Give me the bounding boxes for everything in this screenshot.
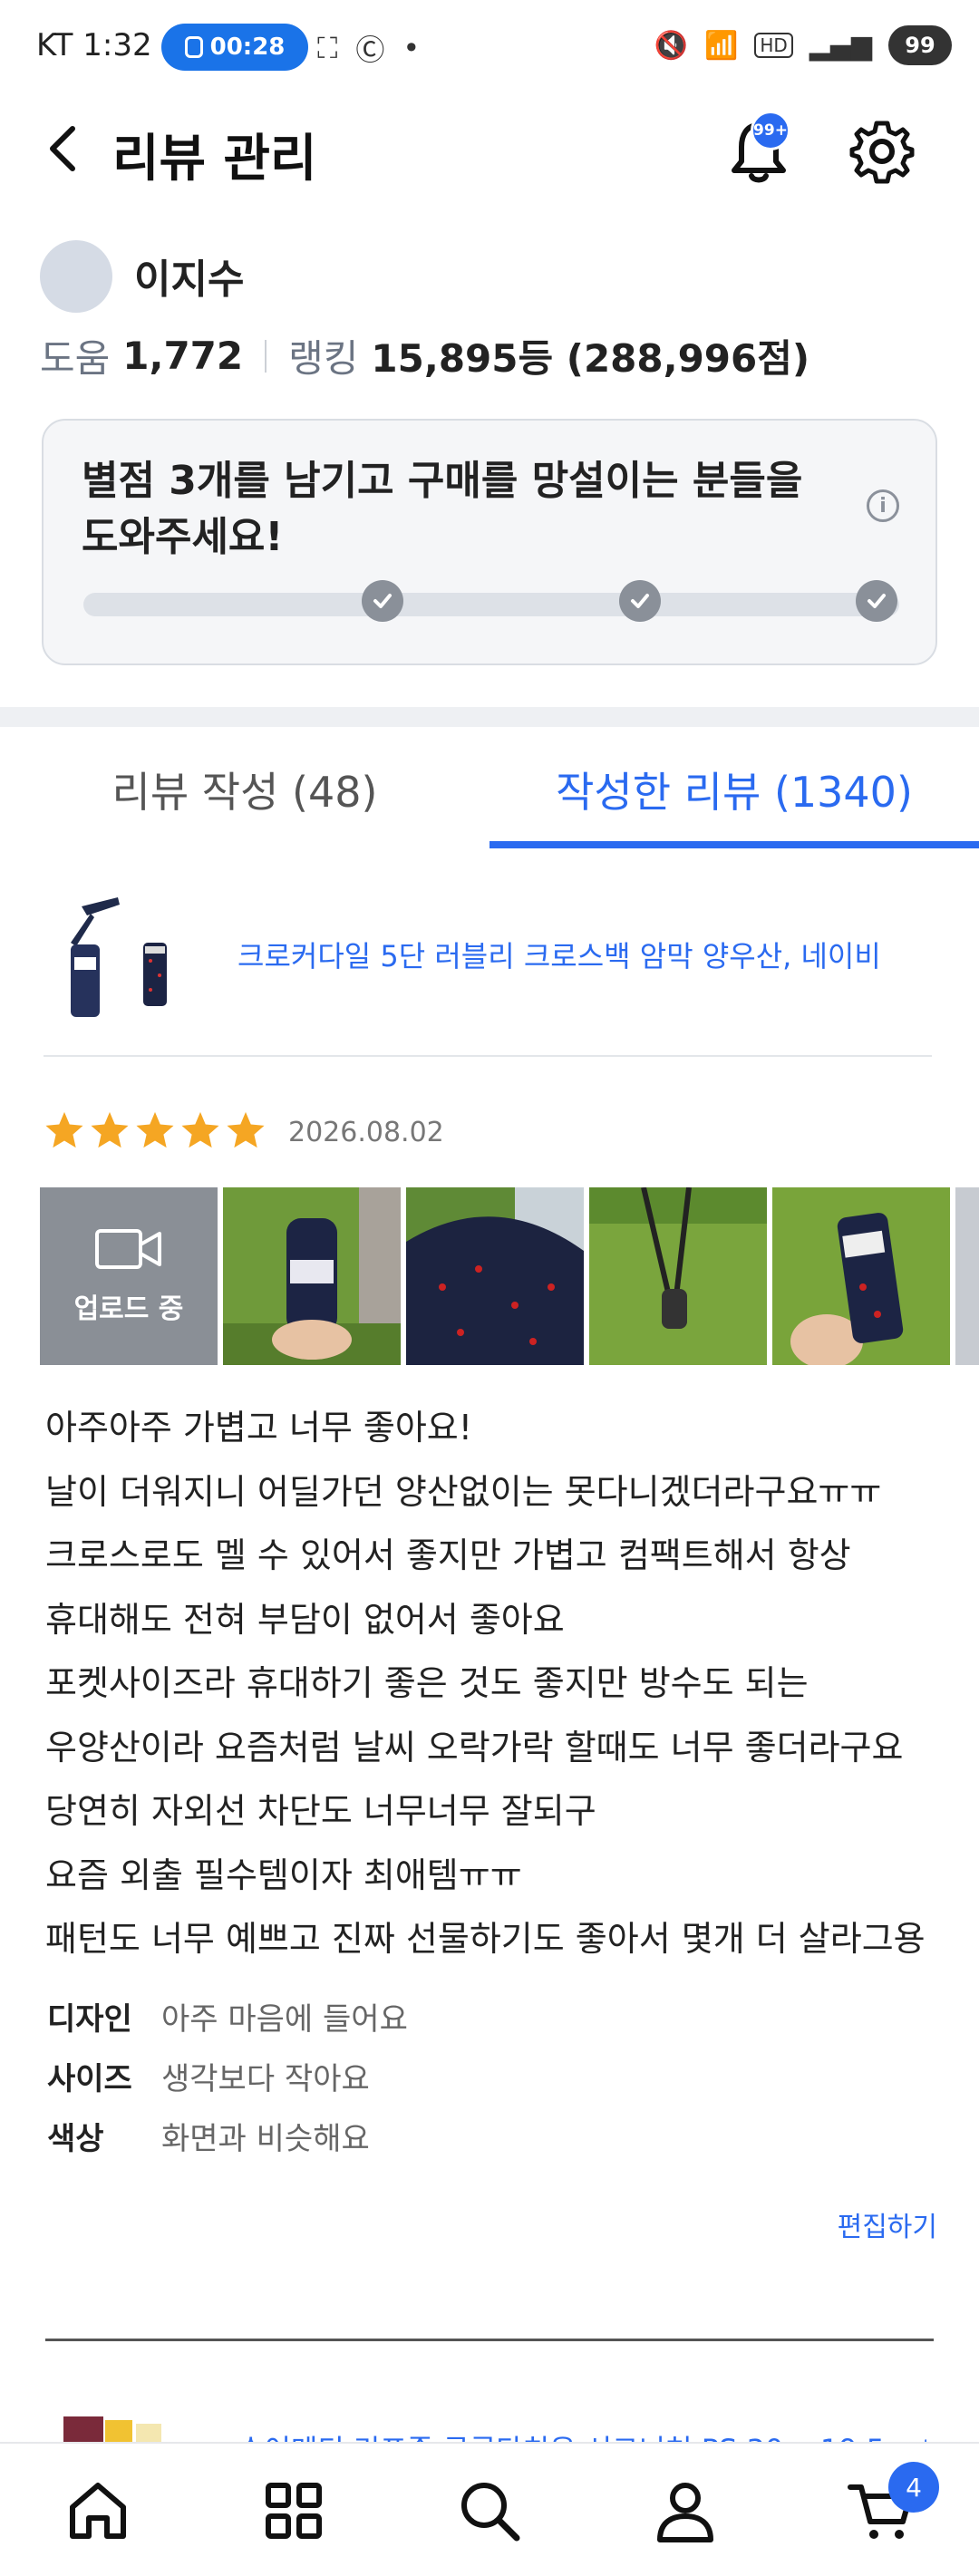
person-icon [657, 2483, 713, 2542]
review-line: 패턴도 너무 예쁘고 진짜 선물하기도 좋아서 몇개 더 살라그용 [45, 1919, 926, 1959]
ranking-label: 랭킹 [288, 336, 359, 381]
section-divider [0, 707, 979, 727]
bottom-navigation: 4 [0, 2442, 979, 2576]
battery-indicator: 99 [888, 25, 952, 65]
review-attribute-design: 디자인 아주 마음에 들어요 [47, 1994, 408, 2039]
review-date: 2026.08.02 [288, 1117, 444, 1148]
c-app-icon: Ⓒ [355, 33, 385, 67]
review-text: 아주아주 가볍고 너무 좋아요! 날이 더워지니 어딜가던 양산없이는 못다니겠… [45, 1396, 943, 1971]
status-time: KT 1:32 [36, 27, 152, 63]
notification-icons: ⛶ Ⓒ • [317, 27, 420, 69]
star-icon [227, 1111, 265, 1148]
attribute-value: 아주 마음에 들어요 [161, 2001, 408, 2038]
review-line: 아주아주 가볍고 너무 좋아요! [45, 1408, 472, 1448]
review-line: 당연히 자외선 차단도 너무너무 잘되구 [45, 1791, 596, 1831]
attribute-key: 사이즈 [47, 2061, 132, 2097]
divider [44, 1055, 932, 1057]
nav-home[interactable] [63, 2476, 132, 2545]
review-photo-3[interactable] [589, 1187, 767, 1365]
user-name: 이지수 [134, 257, 245, 303]
star-icon [45, 1111, 83, 1148]
dot-icon: • [402, 31, 421, 65]
review-line: 포켓사이즈라 휴대하기 좋은 것도 좋지만 방수도 되는 [45, 1663, 809, 1703]
wifi-icon: 📶 [703, 29, 739, 62]
goal-message: 별점 3개를 남기고 구매를 망설이는 분들을 도와주세요! [82, 458, 803, 560]
active-tab-indicator [490, 841, 979, 848]
system-icons: 🔇 📶 HD ▂▄▆ 99 [654, 25, 952, 65]
profile-stats: 도움 1,772 랭킹 15,895등 (288,996점) [40, 328, 809, 383]
nav-categories[interactable] [259, 2476, 328, 2545]
review-line: 우양산이라 요즘처럼 날씨 오락가락 할때도 너무 좋더라구요 [45, 1727, 904, 1767]
check-icon [868, 594, 886, 608]
tab-write-review[interactable]: 리뷰 작성 (48) [0, 731, 490, 848]
progress-check-2 [619, 580, 661, 622]
check-icon [631, 594, 649, 608]
nav-search[interactable] [455, 2476, 524, 2545]
record-icon [184, 36, 203, 58]
star-icon [136, 1111, 174, 1148]
avatar[interactable] [40, 240, 112, 313]
chevron-left-icon [50, 126, 75, 171]
review-photo-2[interactable] [406, 1187, 584, 1365]
record-timer: 00:28 [209, 34, 286, 61]
review-media-row: 업로드 중 [40, 1187, 979, 1365]
mute-icon: 🔇 [654, 29, 688, 62]
attribute-value: 생각보다 작아요 [161, 2061, 370, 2097]
info-icon[interactable]: i [867, 489, 899, 522]
help-count: 1,772 [122, 334, 244, 378]
star-icon [91, 1111, 129, 1148]
stats-divider [265, 339, 267, 373]
search-icon [461, 2483, 520, 2542]
review-attribute-size: 사이즈 생각보다 작아요 [47, 2054, 370, 2098]
gear-icon [849, 121, 915, 184]
edit-review-button[interactable]: 편집하기 [838, 2204, 937, 2244]
tab-written-reviews[interactable]: 작성한 리뷰 (1340) [490, 731, 979, 848]
ranking-value: 15,895등 (288,996점) [371, 336, 810, 381]
review-goal-card: 별점 3개를 남기고 구매를 망설이는 분들을 도와주세요! i [42, 419, 937, 665]
status-bar: KT 1:32 00:28 ⛶ Ⓒ • 🔇 📶 HD ▂▄▆ 99 [0, 0, 979, 91]
grid-icon [266, 2483, 322, 2539]
rating-stars [44, 1109, 267, 1151]
goal-progress-bar [83, 593, 899, 616]
nav-my-page[interactable] [651, 2476, 720, 2545]
help-label: 도움 [40, 336, 111, 381]
check-icon [373, 594, 392, 608]
review-photo-4[interactable] [772, 1187, 950, 1365]
attribute-value: 화면과 비슷해요 [161, 2121, 370, 2157]
progress-check-1 [362, 580, 403, 622]
settings-button[interactable] [847, 116, 917, 187]
review-photo-5[interactable] [955, 1187, 979, 1365]
screenshot-icon: ⛶ [317, 30, 338, 65]
review-photo-1[interactable] [223, 1187, 401, 1365]
review-line: 날이 더워지니 어딜가던 양산없이는 못다니겠더라구요ㅠㅠ [45, 1471, 882, 1512]
video-camera-icon [95, 1229, 161, 1269]
attribute-key: 색상 [47, 2121, 104, 2157]
upload-status: 업로드 중 [73, 1293, 184, 1325]
divider [45, 2339, 934, 2341]
back-button[interactable] [36, 120, 91, 178]
product-thumbnail[interactable] [63, 888, 190, 1024]
review-line: 크로스로도 멜 수 있어서 좋지만 가볍고 컴팩트해서 항상 [45, 1535, 851, 1575]
signal-icon: ▂▄▆ [809, 29, 872, 62]
star-icon [181, 1111, 219, 1148]
cart-badge: 4 [888, 2462, 939, 2513]
product-name-link[interactable]: 크로커다일 5단 러블리 크로스백 암막 양우산, 네이비 [237, 934, 881, 975]
video-upload-tile[interactable]: 업로드 중 [40, 1187, 218, 1365]
review-line: 요즘 외출 필수템이자 최애템ㅠㅠ [45, 1855, 522, 1895]
home-icon [70, 2483, 126, 2539]
progress-check-3 [856, 580, 897, 622]
review-attribute-color: 색상 화면과 비슷해요 [47, 2114, 370, 2158]
hd-icon: HD [754, 33, 793, 58]
app-header: 리뷰 관리 99+ [0, 91, 979, 208]
page-title: 리뷰 관리 [112, 130, 317, 189]
review-line: 휴대해도 전혀 부담이 없어서 좋아요 [45, 1599, 565, 1640]
attribute-key: 디자인 [47, 2001, 132, 2038]
screen-record-pill[interactable]: 00:28 [161, 24, 308, 71]
notification-badge: 99+ [751, 111, 790, 150]
